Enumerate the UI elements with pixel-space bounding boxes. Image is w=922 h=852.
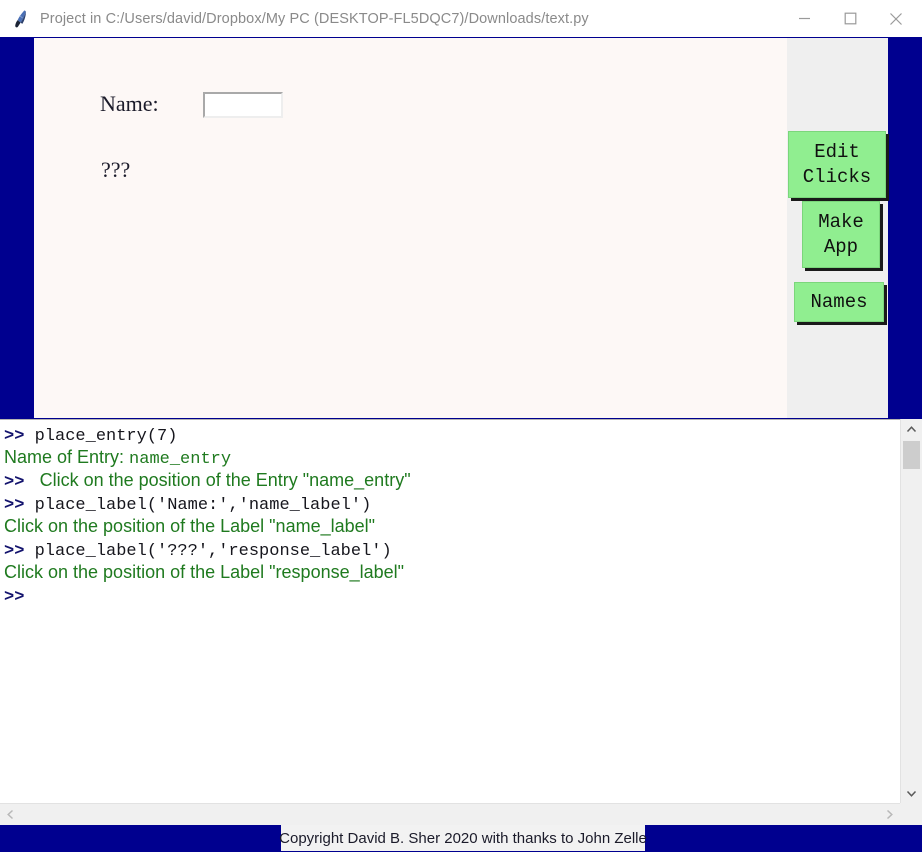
console-line: >> Click on the position of the Entry "n… — [4, 469, 900, 492]
console-text-segment: Click on the position of the Entry "name… — [34, 470, 411, 490]
console-text-segment: place_entry(7) — [34, 427, 178, 446]
console-text-segment: Click on the position of the Label "name… — [4, 516, 376, 536]
console-line: >> — [4, 584, 900, 607]
chevron-right-icon[interactable] — [879, 804, 900, 825]
console-line: Name of Entry: name_entry — [4, 446, 900, 469]
console-vertical-scrollbar[interactable] — [900, 419, 922, 803]
widget-name-entry[interactable] — [203, 92, 283, 118]
make-app-button[interactable]: Make App — [802, 201, 880, 268]
console-line: Click on the position of the Label "resp… — [4, 561, 900, 584]
chevron-down-icon[interactable] — [901, 783, 922, 803]
close-icon[interactable] — [873, 0, 919, 37]
vertical-scroll-thumb[interactable] — [903, 441, 920, 469]
copyright-label: Copyright David B. Sher 2020 with thanks… — [279, 825, 647, 851]
console-line: >> place_entry(7) — [4, 423, 900, 446]
tool-strip: Edit Clicks Make App Names — [787, 38, 888, 418]
console-prompt: >> — [4, 473, 35, 492]
chevron-left-icon[interactable] — [0, 804, 21, 825]
window-title: Project in C:/Users/david/Dropbox/My PC … — [40, 10, 589, 27]
minimize-icon[interactable] — [781, 0, 827, 37]
console-text-segment: Click on the position of the Label "resp… — [4, 562, 405, 582]
console-text-segment: place_label('Name:','name_label') — [34, 496, 372, 515]
names-button[interactable]: Names — [794, 282, 884, 322]
window-titlebar: Project in C:/Users/david/Dropbox/My PC … — [0, 0, 922, 38]
console-prompt: >> — [4, 542, 35, 561]
python-feather-icon — [10, 8, 32, 30]
console-prompt: >> — [4, 588, 35, 607]
maximize-icon[interactable] — [827, 0, 873, 37]
console-text-segment: name_entry — [129, 450, 232, 469]
console-line: Click on the position of the Label "name… — [4, 515, 900, 538]
console-text-segment: place_label('???','response_label') — [34, 542, 392, 561]
console-output[interactable]: >> place_entry(7) Name of Entry: name_ent… — [0, 420, 900, 802]
edit-clicks-button[interactable]: Edit Clicks — [788, 131, 886, 198]
widget-name-label[interactable]: Name: — [100, 91, 159, 117]
chevron-up-icon[interactable] — [901, 419, 922, 439]
scrollbar-corner — [900, 803, 922, 825]
console-panel: >> place_entry(7) Name of Entry: name_ent… — [0, 419, 922, 803]
console-prompt: >> — [4, 496, 35, 515]
console-horizontal-scrollbar[interactable] — [0, 803, 900, 825]
console-text-segment: Name of Entry: — [4, 447, 130, 467]
widget-response-label[interactable]: ??? — [101, 157, 130, 183]
console-prompt: >> — [4, 427, 35, 446]
console-line: >> place_label('Name:','name_label') — [4, 492, 900, 515]
designer-canvas[interactable]: Name: ??? — [34, 38, 787, 418]
console-line: >> place_label('???','response_label') — [4, 538, 900, 561]
